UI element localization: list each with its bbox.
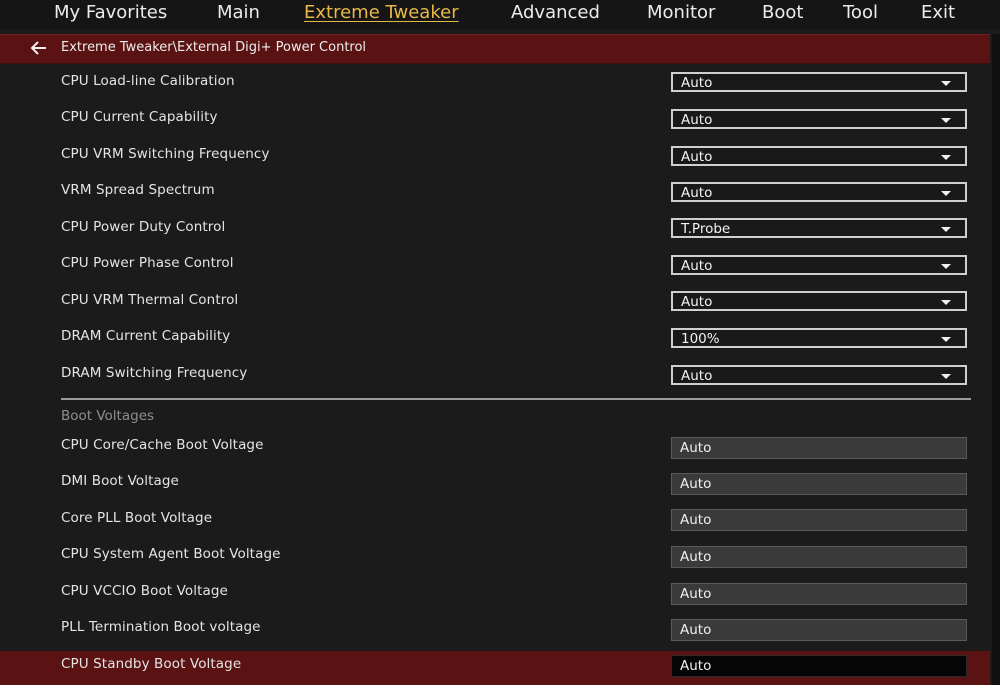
caret-down-icon [941, 374, 951, 379]
setting-row-cpu-current-capability[interactable]: CPU Current Capability Auto [0, 102, 990, 136]
setting-row-dmi-boot-voltage[interactable]: DMI Boot Voltage Auto [0, 466, 990, 500]
setting-label: CPU VCCIO Boot Voltage [61, 583, 228, 599]
field-value: Auto [680, 512, 712, 528]
setting-label: PLL Termination Boot voltage [61, 619, 261, 635]
setting-label: CPU Core/Cache Boot Voltage [61, 437, 264, 453]
cpu-system-agent-boot-voltage-field[interactable]: Auto [671, 546, 967, 568]
select-value: Auto [681, 368, 713, 384]
field-value: Auto [680, 658, 712, 674]
field-value: Auto [680, 586, 712, 602]
setting-row-cpu-vccio-boot-voltage[interactable]: CPU VCCIO Boot Voltage Auto [0, 576, 990, 610]
setting-row-cpu-vrm-thermal-control[interactable]: CPU VRM Thermal Control Auto [0, 285, 990, 319]
setting-label: DRAM Current Capability [61, 328, 231, 344]
select-value: Auto [681, 112, 713, 128]
setting-row-cpu-standby-boot-voltage[interactable]: CPU Standby Boot Voltage Auto [0, 651, 990, 685]
breadcrumb-path: Extreme Tweaker\External Digi+ Power Con… [61, 40, 367, 55]
setting-label: CPU VRM Switching Frequency [61, 146, 270, 162]
vrm-spread-spectrum-select[interactable]: Auto [671, 182, 967, 202]
setting-row-cpu-system-agent-boot-voltage[interactable]: CPU System Agent Boot Voltage Auto [0, 539, 990, 573]
setting-label: VRM Spread Spectrum [61, 182, 215, 198]
tab-monitor[interactable]: Monitor [647, 2, 715, 23]
dram-switching-frequency-select[interactable]: Auto [671, 365, 967, 385]
field-value: Auto [680, 440, 712, 456]
field-value: Auto [680, 549, 712, 565]
setting-label: CPU Current Capability [61, 109, 218, 125]
section-divider [61, 398, 971, 400]
cpu-current-capability-select[interactable]: Auto [671, 109, 967, 129]
boot-voltages-heading: Boot Voltages [61, 408, 155, 424]
setting-label: CPU Load-line Calibration [61, 73, 235, 89]
breadcrumb: Extreme Tweaker\External Digi+ Power Con… [0, 34, 990, 64]
cpu-core-cache-boot-voltage-field[interactable]: Auto [671, 437, 967, 459]
select-value: Auto [681, 75, 713, 91]
field-value: Auto [680, 622, 712, 638]
select-value: Auto [681, 149, 713, 165]
tab-extreme-tweaker[interactable]: Extreme Tweaker [304, 2, 459, 23]
setting-row-core-pll-boot-voltage[interactable]: Core PLL Boot Voltage Auto [0, 503, 990, 537]
caret-down-icon [941, 191, 951, 196]
dmi-boot-voltage-field[interactable]: Auto [671, 473, 967, 495]
cpu-power-duty-control-select[interactable]: T.Probe [671, 218, 967, 238]
tab-tool[interactable]: Tool [843, 2, 878, 23]
setting-label: CPU Power Phase Control [61, 255, 234, 271]
setting-label: DRAM Switching Frequency [61, 365, 248, 381]
core-pll-boot-voltage-field[interactable]: Auto [671, 509, 967, 531]
setting-row-cpu-load-line-calibration[interactable]: CPU Load-line Calibration Auto [0, 66, 990, 100]
caret-down-icon [941, 300, 951, 305]
setting-row-cpu-power-phase-control[interactable]: CPU Power Phase Control Auto [0, 248, 990, 282]
caret-down-icon [941, 227, 951, 232]
left-arrow-icon[interactable] [30, 40, 48, 60]
caret-down-icon [941, 337, 951, 342]
setting-label: CPU System Agent Boot Voltage [61, 546, 281, 562]
setting-row-cpu-core-cache-boot-voltage[interactable]: CPU Core/Cache Boot Voltage Auto [0, 430, 990, 464]
tab-main[interactable]: Main [217, 2, 260, 23]
caret-down-icon [941, 155, 951, 160]
setting-row-pll-termination-boot-voltage[interactable]: PLL Termination Boot voltage Auto [0, 612, 990, 646]
setting-row-dram-switching-frequency[interactable]: DRAM Switching Frequency Auto [0, 358, 990, 392]
top-menu-bar: My Favorites Main Extreme Tweaker Advanc… [0, 0, 1000, 30]
tab-my-favorites[interactable]: My Favorites [54, 2, 167, 23]
select-value: T.Probe [681, 221, 731, 237]
setting-label: Core PLL Boot Voltage [61, 510, 213, 526]
cpu-power-phase-control-select[interactable]: Auto [671, 255, 967, 275]
tab-boot[interactable]: Boot [762, 2, 803, 23]
scrollbar[interactable] [992, 34, 1000, 685]
cpu-vrm-switching-frequency-select[interactable]: Auto [671, 146, 967, 166]
setting-label: CPU VRM Thermal Control [61, 292, 239, 308]
cpu-standby-boot-voltage-field[interactable]: Auto [671, 655, 967, 677]
setting-label: CPU Power Duty Control [61, 219, 226, 235]
field-value: Auto [680, 476, 712, 492]
cpu-vrm-thermal-control-select[interactable]: Auto [671, 291, 967, 311]
setting-label: CPU Standby Boot Voltage [61, 656, 242, 672]
cpu-vccio-boot-voltage-field[interactable]: Auto [671, 583, 967, 605]
setting-row-vrm-spread-spectrum[interactable]: VRM Spread Spectrum Auto [0, 175, 990, 209]
tab-advanced[interactable]: Advanced [511, 2, 600, 23]
setting-row-cpu-power-duty-control[interactable]: CPU Power Duty Control T.Probe [0, 212, 990, 246]
select-value: 100% [681, 331, 720, 347]
dram-current-capability-select[interactable]: 100% [671, 328, 967, 348]
caret-down-icon [941, 118, 951, 123]
caret-down-icon [941, 81, 951, 86]
cpu-load-line-calibration-select[interactable]: Auto [671, 72, 967, 92]
tab-exit[interactable]: Exit [921, 2, 955, 23]
caret-down-icon [941, 264, 951, 269]
setting-label: DMI Boot Voltage [61, 473, 179, 489]
pll-termination-boot-voltage-field[interactable]: Auto [671, 619, 967, 641]
setting-row-dram-current-capability[interactable]: DRAM Current Capability 100% [0, 321, 990, 355]
select-value: Auto [681, 258, 713, 274]
select-value: Auto [681, 294, 713, 310]
setting-row-cpu-vrm-switching-frequency[interactable]: CPU VRM Switching Frequency Auto [0, 139, 990, 173]
select-value: Auto [681, 185, 713, 201]
